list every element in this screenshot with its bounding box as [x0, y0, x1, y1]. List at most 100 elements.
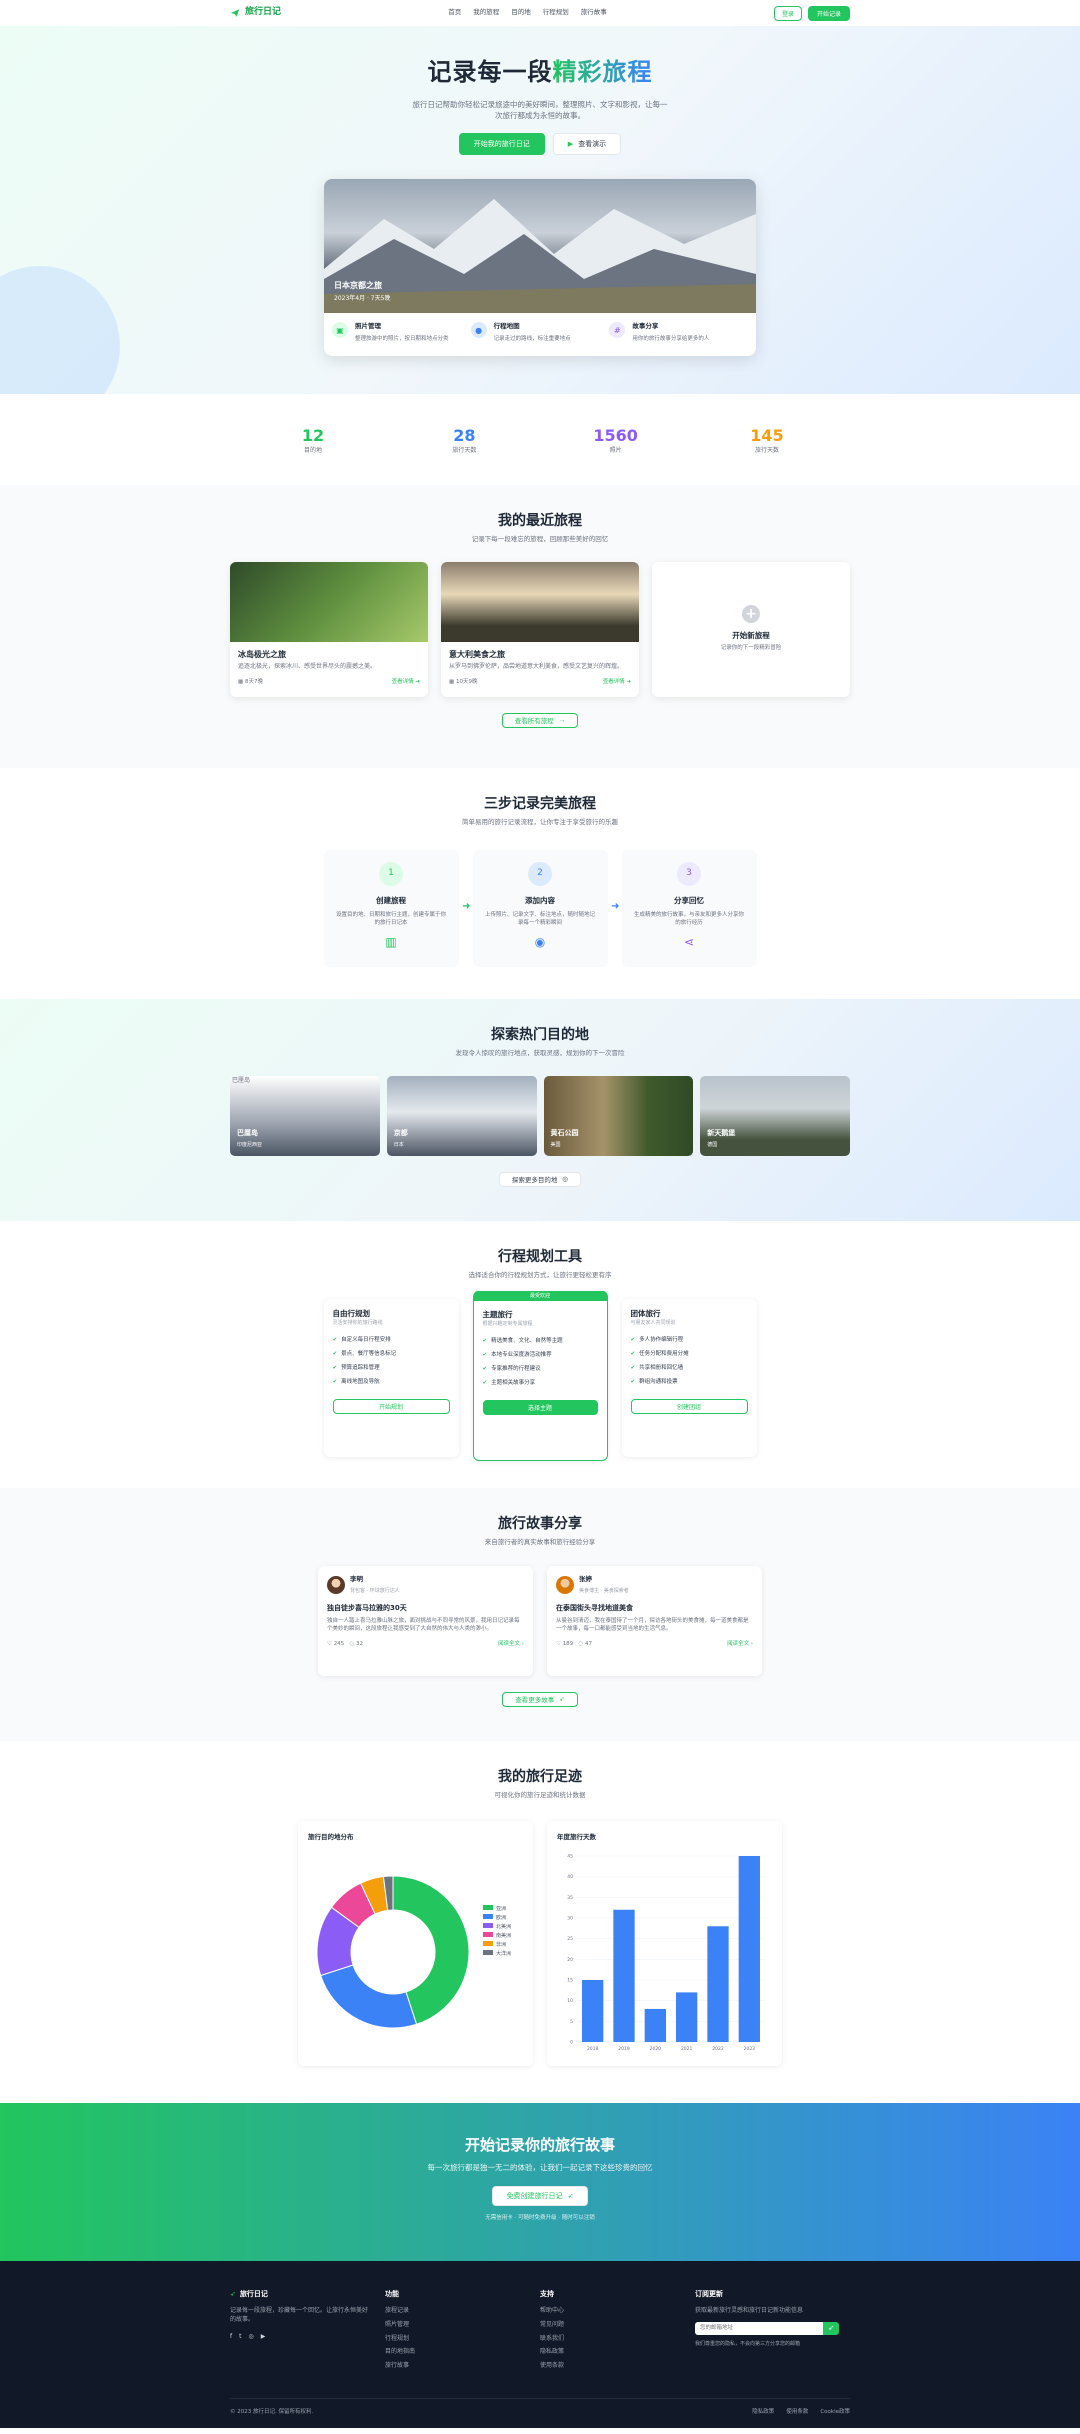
- hero-card-caption: 日本京都之旅 2023年4月 · 7天5晚: [334, 280, 390, 303]
- destination-card[interactable]: 巴厘岛 巴厘岛 印度尼西亚: [230, 1075, 380, 1156]
- nav-link-home[interactable]: 首页: [448, 8, 461, 17]
- trip-more-link[interactable]: 查看详情 ➜: [603, 679, 631, 687]
- section-subtitle: 记录下每一段难忘的旅程，回顾那些美好的回忆: [471, 535, 609, 544]
- twitter-icon[interactable]: t: [239, 2333, 241, 2342]
- trip-meta-text: 8天7晚: [244, 679, 263, 685]
- plan-create-button[interactable]: 创建团组: [630, 1398, 748, 1414]
- login-button[interactable]: 登录: [773, 5, 802, 21]
- footer-link[interactable]: 照片管理: [385, 2321, 540, 2330]
- plan-feature-text: 精选美食、文化、自然等主题: [491, 1337, 563, 1344]
- create-diary-button[interactable]: 免费创建旅行日记 ➶: [491, 2185, 589, 2206]
- nav-link-trips[interactable]: 我的旅程: [473, 8, 499, 17]
- privacy-link[interactable]: 隐私政策: [752, 2409, 774, 2417]
- destination-card[interactable]: 新天鹅堡 德国: [700, 1075, 850, 1156]
- story-card[interactable]: 张婷 美食博主 · 美食探索者 在泰国街头寻找地道美食 从曼谷到清迈，我在泰国待了…: [547, 1565, 762, 1676]
- hero-buttons: 开始我的旅行日记 ▶ 查看演示: [0, 133, 1080, 156]
- destination-pie-chart: 旅行目的地分布 亚洲 欧洲 北美洲 南美洲 非洲 大洋洲: [298, 1820, 533, 2066]
- start-diary-button[interactable]: 开始我的旅行日记: [458, 133, 545, 156]
- cookie-link[interactable]: Cookie政策: [820, 2409, 850, 2417]
- new-trip-card[interactable]: + 开始新旅程 记录你的下一段精彩冒险: [652, 561, 850, 697]
- arrow-right-icon: ➜: [415, 679, 420, 685]
- more-stories-button[interactable]: 查看更多故事 ➶: [502, 1691, 578, 1707]
- nav-link-destinations[interactable]: 目的地: [511, 8, 531, 17]
- trip-more-link[interactable]: 查看详情 ➜: [392, 679, 420, 687]
- heart-icon[interactable]: ♡: [327, 1641, 332, 1647]
- logo[interactable]: 旅行日记: [230, 6, 281, 19]
- stat-value: 12: [301, 425, 325, 445]
- nav-link-stories[interactable]: 旅行故事: [581, 8, 607, 17]
- footer-link[interactable]: 隐私政策: [540, 2348, 695, 2357]
- comment-count: 47: [585, 1641, 592, 1648]
- footer-link[interactable]: 目的地指南: [385, 2348, 540, 2357]
- footer-link[interactable]: 常见问题: [540, 2321, 695, 2330]
- story-card[interactable]: 李明 背包客 · 环球旅行达人 独自徒步喜马拉雅的30天 独自一人踏上喜马拉雅山脉…: [318, 1565, 533, 1676]
- planning-section: 行程规划工具 选择适合你的行程规划方式，让旅行更轻松更有序 自由行规划 灵活安排…: [0, 1221, 1080, 1488]
- footer-link[interactable]: 联系我们: [540, 2335, 695, 2344]
- legend-label: 欧洲: [496, 1914, 506, 1921]
- youtube-icon[interactable]: ▶: [261, 2333, 266, 2342]
- footer-logo[interactable]: ➶ 旅行日记: [230, 2289, 385, 2299]
- email-input[interactable]: [695, 2321, 823, 2335]
- arrow-right-icon: ➜: [611, 900, 620, 912]
- trip-more-label: 查看详情: [602, 679, 625, 685]
- pie-slice: [320, 1964, 418, 2029]
- comment-icon[interactable]: ◌: [578, 1641, 583, 1647]
- subscribe-button[interactable]: ➶: [823, 2321, 839, 2335]
- plan-features: ✔ 自定义每日行程安排 ✔ 景点、餐厅等信息标记 ✔ 预算追踪和管理 ✔ 离线地图及导航: [333, 1337, 450, 1387]
- plan-feature-text: 离线地图及导航: [341, 1378, 380, 1385]
- hero-card-date: 2023年4月 · 7天5晚: [334, 294, 391, 302]
- explore-more-button[interactable]: 探索更多目的地 ◎: [498, 1171, 582, 1187]
- view-all-trips-button[interactable]: 查看所有旅程 →: [501, 712, 579, 728]
- view-demo-button[interactable]: ▶ 查看演示: [552, 133, 622, 156]
- plan-start-button[interactable]: 开始规划: [332, 1398, 450, 1414]
- legend-label: 大洋洲: [496, 1950, 511, 1957]
- facebook-icon[interactable]: f: [230, 2333, 232, 2342]
- footer-link[interactable]: 旅行故事: [385, 2362, 540, 2371]
- social-icons: f t ◎ ▶: [230, 2333, 385, 2342]
- instagram-icon[interactable]: ◎: [248, 2333, 253, 2342]
- view-demo-label: 查看演示: [578, 141, 607, 149]
- section-title: 行程规划工具: [498, 1249, 582, 1265]
- popular-badge: 最受欢迎: [473, 1290, 607, 1301]
- compass-icon: ◎: [562, 1176, 569, 1184]
- section-subtitle: 发现令人惊叹的旅行地点，获取灵感，规划你的下一次冒险: [455, 1049, 625, 1058]
- destination-name: 黄石公园: [550, 1128, 579, 1137]
- check-icon: ✔: [482, 1337, 488, 1344]
- feature-desc: 整理旅游中的照片，按日期和地点分类: [355, 335, 449, 342]
- start-record-button[interactable]: 开始记录: [807, 5, 850, 21]
- trip-card[interactable]: 冰岛极光之旅 追逐北极光，探索冰川、感受世界尽头的震撼之美。 ▦ 8天7晚 查看详…: [230, 561, 428, 697]
- heart-icon[interactable]: ♡: [556, 1641, 561, 1647]
- destination-country: 印度尼西亚: [237, 1142, 263, 1149]
- comment-icon[interactable]: ◌: [349, 1641, 354, 1647]
- footer-col-title: 支持: [540, 2290, 554, 2298]
- destination-card[interactable]: 京都 日本: [386, 1075, 537, 1156]
- footer-link[interactable]: 使用条款: [540, 2362, 695, 2371]
- pie-chart-svg: 亚洲欧洲北美洲南美洲非洲大洋洲: [316, 1875, 511, 2029]
- read-more-link[interactable]: 阅读全文 ›: [498, 1641, 524, 1649]
- footer-link[interactable]: 帮助中心: [540, 2307, 695, 2316]
- nav-link-planning[interactable]: 行程规划: [543, 8, 569, 17]
- terms-link[interactable]: 使用条款: [786, 2409, 808, 2417]
- destination-card[interactable]: 黄石公园 美国: [543, 1075, 694, 1156]
- plan-feature: ✔ 任务分配和费用分摊: [631, 1351, 748, 1359]
- bar: [738, 1856, 760, 2043]
- feature-map: ● 行程地图 记录走过的路线，标注重要地点: [470, 322, 610, 343]
- paper-plane-icon: ➶: [559, 1696, 565, 1704]
- plan-choose-button[interactable]: 选择主题: [482, 1399, 598, 1415]
- author-meta: 美食博主 · 美食探索者: [579, 1588, 629, 1595]
- chevron-right-icon: ›: [750, 1641, 753, 1648]
- footer-link[interactable]: 行程规划: [385, 2335, 540, 2344]
- footer-link[interactable]: 旅程记录: [385, 2307, 540, 2316]
- read-more-link[interactable]: 阅读全文 ›: [727, 1641, 753, 1649]
- chart-title: 旅行目的地分布: [308, 1832, 354, 1841]
- bar: [707, 1926, 729, 2043]
- plan-feature: ✔ 群组沟通和投票: [631, 1379, 748, 1387]
- plan-list: 自由行规划 灵活安排你的旅行路线 ✔ 自定义每日行程安排 ✔ 景点、餐厅等信息标记 …: [0, 1290, 1080, 1461]
- stat-value: 1560: [593, 425, 638, 445]
- view-all-trips-label: 查看所有旅程: [514, 718, 554, 726]
- plan-feature-text: 本地专业深度游活动推荐: [491, 1351, 552, 1358]
- trip-card[interactable]: 意大利美食之旅 从罗马到佛罗伦萨，品尝地道意大利美食，感受文艺复兴的辉煌。 ▦ …: [441, 561, 639, 697]
- plan-feature: ✔ 专家推荐的行程建议: [483, 1366, 598, 1374]
- y-tick-label: 35: [567, 1895, 573, 1901]
- destination-name: 巴厘岛: [237, 1128, 258, 1137]
